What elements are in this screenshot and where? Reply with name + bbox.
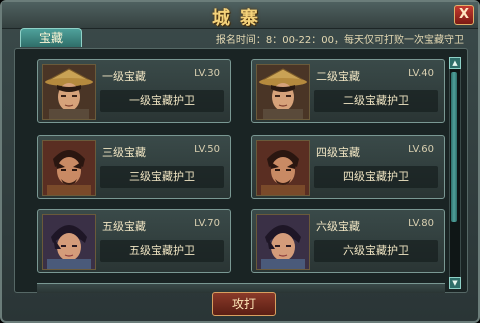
treasure-level: LV.80 — [408, 218, 434, 229]
scroll-down-icon[interactable]: ▼ — [449, 277, 461, 289]
straw-hat-warrior-icon — [42, 64, 96, 120]
scroll-thumb[interactable] — [451, 72, 457, 222]
window-title: 城寨 — [212, 8, 268, 29]
treasure-level: LV.70 — [194, 218, 220, 229]
treasure-name: 三级宝藏 — [102, 146, 146, 159]
treasure-list-panel: 一级宝藏 LV.30 一级宝藏护卫 二级宝藏 LV.40 二级宝藏护卫 三级宝藏… — [14, 48, 468, 293]
treasure-card-5[interactable]: 五级宝藏 LV.70 五级宝藏护卫 — [37, 209, 231, 273]
treasure-name: 四级宝藏 — [316, 146, 360, 159]
young-warrior-icon — [256, 214, 310, 270]
treasure-name: 二级宝藏 — [316, 70, 360, 83]
guard-name: 四级宝藏护卫 — [314, 166, 438, 188]
treasure-card-6[interactable]: 六级宝藏 LV.80 六级宝藏护卫 — [251, 209, 445, 273]
guard-name: 二级宝藏护卫 — [314, 90, 438, 112]
guard-name: 三级宝藏护卫 — [100, 166, 224, 188]
treasure-card-3[interactable]: 三级宝藏 LV.50 三级宝藏护卫 — [37, 135, 231, 199]
scroll-up-icon[interactable]: ▲ — [449, 57, 461, 69]
young-warrior-icon — [42, 214, 96, 270]
bearded-warrior-icon — [256, 140, 310, 196]
title-bar: 城寨 X — [2, 2, 478, 29]
close-button[interactable]: X — [454, 5, 474, 25]
attack-button[interactable]: 攻打 — [212, 292, 276, 316]
tab-treasure[interactable]: 宝藏 — [20, 28, 82, 47]
bearded-warrior-icon — [42, 140, 96, 196]
treasure-card-2[interactable]: 二级宝藏 LV.40 二级宝藏护卫 — [251, 59, 445, 123]
treasure-level: LV.40 — [408, 68, 434, 79]
treasure-level: LV.50 — [194, 144, 220, 155]
scrollbar[interactable]: ▲ ▼ — [449, 57, 461, 289]
treasure-name: 六级宝藏 — [316, 220, 360, 233]
straw-hat-warrior-icon — [256, 64, 310, 120]
treasure-level: LV.30 — [194, 68, 220, 79]
treasure-card-4[interactable]: 四级宝藏 LV.60 四级宝藏护卫 — [251, 135, 445, 199]
treasure-name: 五级宝藏 — [102, 220, 146, 233]
registration-info: 报名时间：8：00-22：00，每天仅可打败一次宝藏守卫 — [215, 35, 464, 46]
fortress-window: 城寨 X 宝藏 报名时间：8：00-22：00，每天仅可打败一次宝藏守卫 一级宝… — [0, 0, 480, 323]
treasure-name: 一级宝藏 — [102, 70, 146, 83]
treasure-card-1[interactable]: 一级宝藏 LV.30 一级宝藏护卫 — [37, 59, 231, 123]
guard-name: 五级宝藏护卫 — [100, 240, 224, 262]
guard-name: 一级宝藏护卫 — [100, 90, 224, 112]
guard-name: 六级宝藏护卫 — [314, 240, 438, 262]
treasure-level: LV.60 — [408, 144, 434, 155]
